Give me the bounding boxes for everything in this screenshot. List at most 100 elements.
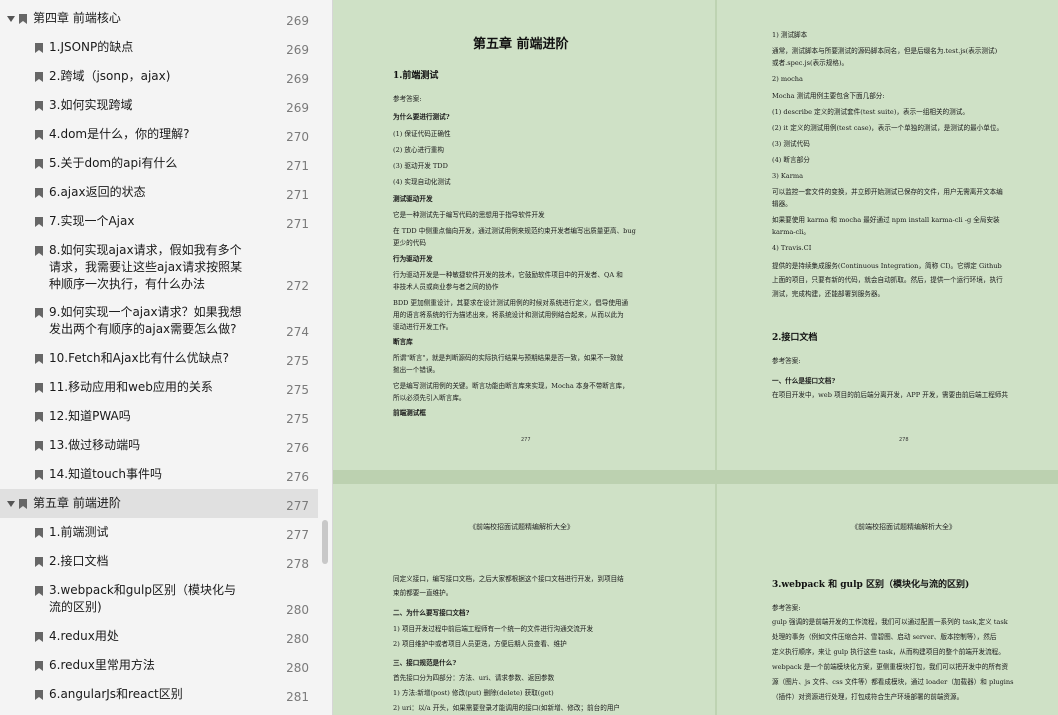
outline-item[interactable]: 2.接口文档 278	[0, 547, 318, 576]
outline-item[interactable]: 12.知道PWA吗 275	[0, 402, 318, 431]
outline-item-label-line: 8.如何实现ajax请求，假如我有多个	[49, 243, 242, 257]
text-line: 1) 方法:新增(post) 修改(put) 删除(delete) 获取(get…	[393, 689, 554, 697]
subheading: 二、为什么要写接口文档?	[393, 609, 470, 617]
bookmark-icon	[35, 130, 43, 140]
text-line: karma-cli。	[772, 228, 810, 236]
outline-item-label-line: 6.ajax返回的状态	[49, 185, 146, 199]
text-line: 首先接口分为四部分：方法、uri、请求参数、返回参数	[393, 674, 555, 682]
outline-item[interactable]: 11.移动应用和web应用的关系 275	[0, 373, 318, 402]
outline-item-label-line: 请求，我需要让这些ajax请求按照某	[49, 260, 243, 274]
outline-chapter[interactable]: 第四章 前端核心 269	[0, 4, 318, 33]
bookmark-icon	[35, 632, 43, 642]
outline-page-number: 269	[286, 101, 309, 115]
outline-item-label: 6.angularJs和react区别	[49, 686, 183, 703]
page-280: 《前端校招面试题精编解析大全》 3.webpack 和 gulp 区别（模块化与…	[717, 484, 1058, 715]
text-line: (3) 驱动开发 TDD	[393, 162, 448, 170]
text-line: 处理的事务（例如文件压缩合并、雪碧图、启动 server、版本控制等），然后	[772, 633, 997, 641]
outline-item[interactable]: 1.前端测试 277	[0, 518, 318, 547]
text-line: 4) Travis.CI	[772, 244, 812, 252]
page-number: 277	[521, 437, 531, 443]
outline-item[interactable]: 7.实现一个Ajax 271	[0, 207, 318, 236]
outline-item-label: 第五章 前端进阶	[33, 495, 121, 512]
text-line: (3) 测试代码	[772, 140, 810, 148]
bookmark-icon	[35, 354, 43, 364]
outline-item[interactable]: 2.跨域（jsonp，ajax) 269	[0, 62, 318, 91]
text-line: 2) uri：以/a 开头，如果需要登录才能调用的接口(如新增、修改；前台的用户	[393, 704, 621, 712]
text-line: (4) 实现自动化测试	[393, 178, 451, 186]
text-line: (2) it 定义的测试用例(test case)，表示一个单独的测试，是测试的…	[772, 124, 1004, 132]
bookmark-icon	[35, 383, 43, 393]
outline-item-label: 7.实现一个Ajax	[49, 213, 134, 230]
outline-item[interactable]: 6.ajax返回的状态 271	[0, 178, 318, 207]
bookmark-icon	[35, 441, 43, 451]
subheading: 断言库	[393, 338, 413, 346]
outline-item[interactable]: 10.Fetch和Ajax比有什么优缺点? 275	[0, 344, 318, 373]
outline-page-number: 280	[286, 661, 309, 675]
subheading: 为什么要进行测试?	[393, 113, 450, 121]
text-line: Mocha 测试用例主要包含下面几部分:	[772, 92, 885, 100]
outline-page-number: 271	[286, 217, 309, 231]
outline-item-label: 3.webpack和gulp区别（模块化与 流的区别)	[49, 582, 236, 616]
text-line: 辑器。	[772, 200, 792, 208]
outline-item-label: 8.如何实现ajax请求，假如我有多个 请求，我需要让这些ajax请求按照某 种顺序…	[49, 242, 242, 293]
text-line: 驱动进行开发工作。	[393, 323, 453, 331]
collapse-triangle-icon[interactable]	[7, 16, 15, 22]
bookmark-icon	[35, 557, 43, 567]
outline-item[interactable]: 9.如何实现一个ajax请求？如果我想 发出两个有顺序的ajax需要怎么做? 274	[0, 298, 318, 344]
outline-page-number: 276	[286, 470, 309, 484]
outline-item-label-line: 10.Fetch和Ajax比有什么优缺点?	[49, 351, 229, 365]
text-line: 1) 测试脚本	[772, 31, 808, 39]
outline-item[interactable]: 6.redux里常用方法 280	[0, 651, 318, 680]
outline-item-label-line: 3.webpack和gulp区别（模块化与	[49, 583, 236, 597]
page-277: 第五章 前端进阶 1.前端测试 参考答案: 为什么要进行测试? (1) 保证代码…	[333, 0, 715, 470]
outline-item[interactable]: 8.如何实现ajax请求，假如我有多个 请求，我需要让这些ajax请求按照某 种顺序…	[0, 236, 318, 298]
bookmark-icon	[35, 661, 43, 671]
outline-page-number: 269	[286, 43, 309, 57]
text-line: 提供的是持续集成服务(Continuous Integration，简称 CI)…	[772, 262, 1002, 270]
outline-item-label-line: 1.前端测试	[49, 525, 109, 539]
outline-item[interactable]: 4.redux用处 280	[0, 622, 318, 651]
bookmark-icon	[19, 14, 27, 24]
outline-item-label-line: 流的区别)	[49, 600, 102, 614]
chapter-title: 第五章 前端进阶	[473, 37, 569, 52]
outline-item-label: 2.接口文档	[49, 553, 108, 570]
outline-item-label: 5.关于dom的api有什么	[49, 155, 177, 172]
outline-item[interactable]: 1.JSONP的缺点 269	[0, 33, 318, 62]
text-line: 2) 项目维护中或者项目人员更迭，方便后期人员查看、维护	[393, 640, 567, 648]
text-line: 在项目开发中，web 项目的前后端分离开发，APP 开发，需要由前后端工程师共	[772, 391, 1008, 399]
outline-item[interactable]: 6.angularJs和react区别 281	[0, 680, 318, 709]
running-header: 《前端校招面试题精编解析大全》	[851, 523, 956, 531]
outline-item-label-line: 2.跨域（jsonp，ajax)	[49, 69, 171, 83]
outline-item-label: 9.如何实现一个ajax请求？如果我想 发出两个有顺序的ajax需要怎么做?	[49, 304, 242, 338]
outline-item-label: 1.JSONP的缺点	[49, 39, 133, 56]
bookmark-icon	[35, 159, 43, 169]
outline-page-number: 271	[286, 188, 309, 202]
text-line: gulp 强调的是前端开发的工作流程，我们可以通过配置一系列的 task,定义 …	[772, 618, 1008, 626]
outline-page-number: 275	[286, 383, 309, 397]
outline-item-label: 1.前端测试	[49, 524, 108, 541]
bookmark-icon	[35, 528, 43, 538]
outline-item[interactable]: 13.做过移动端吗 276	[0, 431, 318, 460]
text-line: 束前都要一直维护。	[393, 589, 453, 597]
outline-item[interactable]: 3.如何实现跨域 269	[0, 91, 318, 120]
outline-item-label-line: 11.移动应用和web应用的关系	[49, 380, 213, 394]
subheading: 测试驱动开发	[393, 195, 433, 203]
outline-item-label: 2.跨域（jsonp，ajax)	[49, 68, 170, 85]
collapse-triangle-icon[interactable]	[7, 501, 15, 507]
outline-item[interactable]: 5.关于dom的api有什么 271	[0, 149, 318, 178]
outline-page-number: 269	[286, 72, 309, 86]
outline-chapter[interactable]: 第五章 前端进阶 277	[0, 489, 318, 518]
text-line: 它是一种测试先于编写代码的思想用于指导软件开发	[393, 211, 545, 219]
subheading: 行为驱动开发	[393, 255, 433, 263]
text-line: 它是编写测试用例的关键。断言功能由断言库来实现，Mocha 本身不带断言库，	[393, 382, 629, 390]
page-number: 278	[899, 437, 909, 443]
outline-scrollbar-thumb[interactable]	[322, 520, 328, 564]
text-line: 1) 项目开发过程中前后端工程师有一个统一的文件进行沟通交流开发	[393, 625, 594, 633]
outline-item[interactable]: 4.dom是什么，你的理解? 270	[0, 120, 318, 149]
outline-page-number: 271	[286, 159, 309, 173]
bookmark-icon	[35, 188, 43, 198]
outline-item[interactable]: 3.webpack和gulp区别（模块化与 流的区别) 280	[0, 576, 318, 622]
bookmark-icon	[35, 43, 43, 53]
outline-page-number: 278	[286, 557, 309, 571]
outline-item[interactable]: 14.知道touch事件吗 276	[0, 460, 318, 489]
